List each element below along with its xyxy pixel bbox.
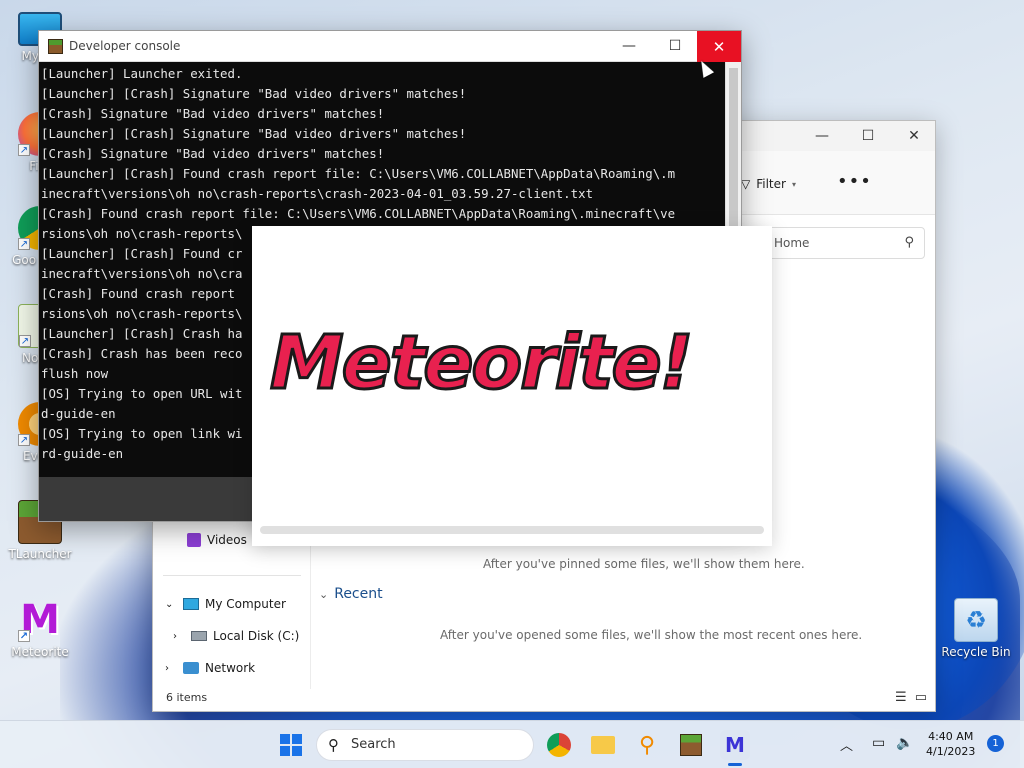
chrome-icon [547, 733, 571, 757]
maximize-button[interactable]: ☐ [652, 31, 698, 61]
nav-item-local-disk[interactable]: › Local Disk (C:) [173, 629, 299, 643]
console-line: inecraft\versions\oh no\crash-reports\cr… [41, 186, 594, 201]
desktop-icon-recycle-bin[interactable]: ♻ Recycle Bin [936, 598, 1016, 659]
console-line: [Crash] Signature "Bad video drivers" ma… [41, 106, 385, 121]
chevron-down-icon: ⌄ [165, 598, 174, 610]
console-title: Developer console [69, 39, 181, 53]
recent-empty-text: After you've opened some files, we'll sh… [440, 628, 863, 642]
magnifier-icon: ⚲ [638, 732, 656, 758]
network-status-icon[interactable]: ▭ [872, 735, 885, 755]
maximize-button[interactable]: ☐ [845, 121, 891, 151]
recent-heading: Recent [334, 586, 383, 602]
search-placeholder: Home [774, 236, 810, 250]
nav-label: Local Disk (C:) [213, 629, 300, 643]
start-button[interactable] [276, 730, 306, 760]
videos-folder-icon [187, 533, 201, 547]
shortcut-arrow-icon: ↗ [19, 335, 31, 347]
taskbar-chrome[interactable] [544, 730, 574, 760]
console-line: [Launcher] [Crash] Signature "Bad video … [41, 86, 467, 101]
taskbar-search[interactable]: ⚲ Search [316, 729, 534, 761]
folder-icon [591, 736, 615, 754]
meteorite-logo-icon: M ↗ [18, 597, 60, 643]
filter-button[interactable]: ▽ Filter ▾ [741, 177, 796, 191]
nav-item-my-computer[interactable]: ⌄ My Computer [165, 597, 286, 611]
tray-overflow-chevron-icon[interactable]: ︿ [840, 735, 853, 755]
console-line: [Launcher] [Crash] Found crash report fi… [41, 166, 676, 181]
minimize-button[interactable]: — [799, 121, 845, 151]
clock-time: 4:40 AM [928, 730, 974, 743]
nav-label: Network [205, 661, 256, 675]
loading-progress-bar [260, 526, 764, 534]
network-icon [183, 662, 199, 674]
grass-block-icon [48, 39, 63, 54]
taskbar-file-explorer[interactable] [588, 730, 618, 760]
chevron-down-icon: ▾ [791, 179, 796, 189]
meteorite-splash: Meteorite! [252, 226, 772, 546]
search-icon: ⚲ [904, 235, 914, 250]
chevron-down-icon: ⌄ [319, 587, 329, 601]
item-count: 6 items [166, 691, 208, 704]
clock-date: 4/1/2023 [926, 745, 976, 758]
console-line: [Launcher] [Crash] Signature "Bad video … [41, 126, 467, 141]
nav-divider [163, 575, 301, 576]
nav-item-network[interactable]: › Network [165, 661, 255, 675]
notification-badge[interactable]: 1 [987, 735, 1004, 752]
recent-section-header[interactable]: ⌄ Recent [319, 586, 383, 602]
filter-label: Filter [756, 177, 786, 191]
console-line: [Crash] Signature "Bad video drivers" ma… [41, 146, 385, 161]
search-label: Search [351, 737, 396, 752]
details-view-icon[interactable]: ☰ [895, 690, 907, 705]
search-input[interactable]: Home ⚲ [763, 227, 925, 259]
chevron-right-icon: › [165, 662, 169, 674]
close-button[interactable]: ✕ [697, 31, 741, 62]
console-line: [Launcher] Launcher exited. [41, 66, 243, 81]
status-bar: 6 items ☰ ▭ [153, 685, 935, 711]
drive-icon [191, 631, 207, 641]
windows-logo-icon [280, 734, 302, 756]
view-switcher: ☰ ▭ [895, 690, 927, 705]
grass-block-icon [680, 734, 702, 756]
desktop-icon-meteorite[interactable]: M ↗ Meteorite [0, 598, 80, 659]
tiles-view-icon[interactable]: ▭ [915, 690, 927, 705]
shortcut-arrow-icon: ↗ [18, 144, 30, 156]
filter-icon: ▽ [741, 177, 751, 191]
nav-item-videos[interactable]: Videos [187, 533, 247, 547]
desktop-icon-label: TLauncher [8, 547, 72, 561]
nav-label: My Computer [205, 597, 286, 611]
active-indicator [728, 763, 742, 766]
desktop-icon-label: Recycle Bin [941, 645, 1011, 659]
chevron-right-icon: › [173, 630, 177, 642]
pinned-empty-text: After you've pinned some files, we'll sh… [483, 557, 805, 571]
shortcut-arrow-icon: ↗ [18, 434, 30, 446]
shortcut-arrow-icon: ↗ [18, 630, 30, 642]
desktop-icon-label: Meteorite [11, 645, 69, 659]
close-button[interactable]: ✕ [891, 121, 937, 151]
more-options-button[interactable]: ••• [837, 171, 872, 192]
taskbar-everything[interactable]: ⚲ [632, 730, 662, 760]
system-clock[interactable]: 4:40 AM 4/1/2023 [926, 729, 975, 759]
meteorite-logo: Meteorite! [269, 319, 695, 408]
console-titlebar[interactable]: Developer console — ☐ ✕ [39, 31, 741, 62]
computer-icon [183, 598, 199, 610]
console-line: [Crash] Found crash report file: C:\User… [41, 206, 676, 221]
taskbar-tlauncher[interactable] [676, 730, 706, 760]
meteorite-logo-icon: M [725, 733, 745, 757]
search-icon: ⚲ [328, 736, 339, 754]
nav-label: Videos [207, 533, 247, 547]
taskbar: ⚲ Search ⚲ M ︿ ▭ 🔈 4:40 AM 4/1/2023 [0, 720, 1024, 768]
volume-icon[interactable]: 🔈 [896, 735, 913, 755]
minimize-button[interactable]: — [606, 31, 652, 61]
shortcut-arrow-icon: ↗ [18, 238, 30, 250]
taskbar-meteorite[interactable]: M [720, 730, 750, 766]
recycle-bin-icon: ♻ [954, 598, 998, 642]
